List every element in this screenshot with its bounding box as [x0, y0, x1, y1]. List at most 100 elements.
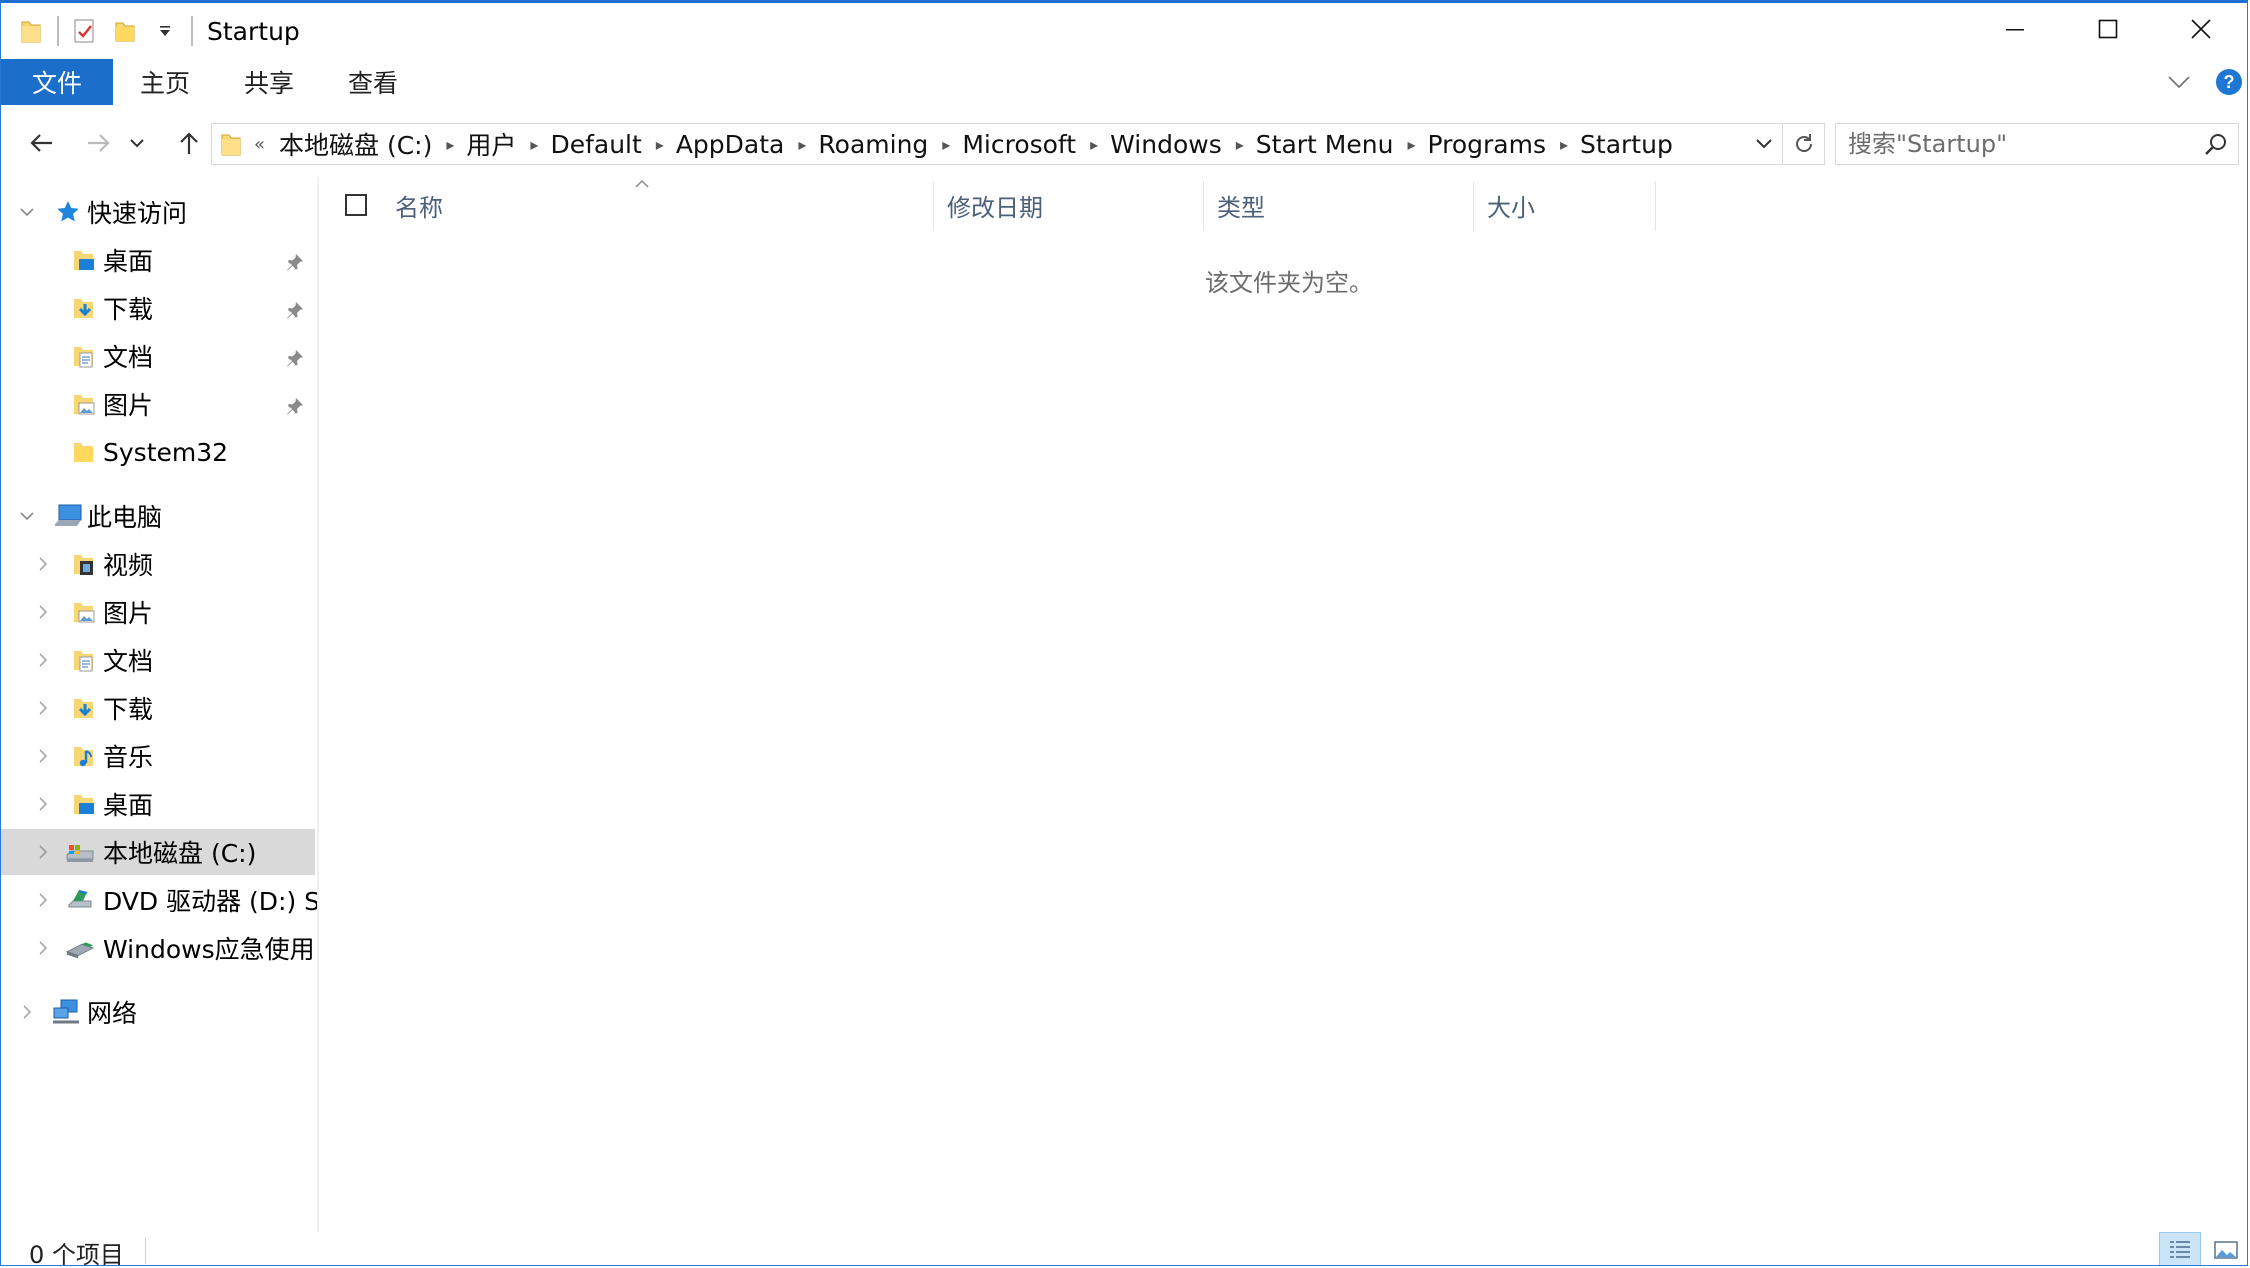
expand-ribbon-button[interactable] — [2159, 62, 2199, 102]
help-button[interactable]: ? — [2213, 66, 2245, 98]
column-header-size[interactable]: 大小 — [1487, 177, 1637, 233]
expand-chevron-icon[interactable] — [17, 1002, 37, 1022]
column-divider[interactable] — [1203, 181, 1204, 231]
breadcrumb-chevron-icon[interactable]: ▸ — [798, 135, 806, 154]
breadcrumb-windows[interactable]: Windows — [1110, 130, 1222, 159]
window-title: Startup — [207, 16, 300, 46]
pin-icon[interactable] — [285, 297, 305, 326]
column-divider[interactable] — [933, 181, 934, 231]
new-folder-icon[interactable] — [109, 15, 141, 47]
pin-icon[interactable] — [285, 393, 305, 422]
nav-item-videos[interactable]: 视频 — [1, 541, 315, 587]
select-all-checkbox[interactable] — [345, 177, 367, 233]
item-count: 0 个项目 — [29, 1241, 124, 1266]
column-header-name[interactable]: 名称 — [395, 177, 641, 233]
expand-chevron-icon[interactable] — [33, 602, 53, 622]
nav-item-system32[interactable]: System32 — [1, 429, 315, 475]
address-bar[interactable]: « 本地磁盘 (C:) ▸ 用户 ▸ Default ▸ AppData ▸ R… — [211, 123, 1783, 165]
breadcrumb-startup[interactable]: Startup — [1580, 130, 1673, 159]
breadcrumb-chevron-icon[interactable]: ▸ — [530, 135, 538, 154]
expand-chevron-icon[interactable] — [33, 554, 53, 574]
nav-item-local-disk-c[interactable]: 本地磁盘 (C:) — [1, 829, 315, 875]
breadcrumb-chevron-icon[interactable]: ▸ — [1090, 135, 1098, 154]
network-icon — [51, 997, 81, 1027]
breadcrumb-local-disk[interactable]: 本地磁盘 (C:) — [279, 126, 432, 162]
navigation-pane: 快速访问 桌面 下载 文档 图片 System32 此电脑 视频 图片 文档 下… — [1, 177, 317, 1232]
customize-dropdown-icon[interactable] — [149, 15, 181, 47]
pin-icon[interactable] — [285, 249, 305, 278]
search-input[interactable] — [1846, 129, 2200, 159]
nav-item-documents[interactable]: 文档 — [1, 333, 315, 379]
recent-locations-button[interactable] — [125, 121, 149, 165]
maximize-button[interactable] — [2061, 3, 2154, 59]
expand-chevron-icon[interactable] — [33, 842, 53, 862]
large-icons-view-button[interactable] — [2205, 1232, 2247, 1265]
column-header-type[interactable]: 类型 — [1217, 177, 1467, 233]
column-header-date-modified[interactable]: 修改日期 — [947, 177, 1197, 233]
breadcrumb-chevron-icon[interactable]: ▸ — [1407, 135, 1415, 154]
nav-item-pictures-pc[interactable]: 图片 — [1, 589, 315, 635]
refresh-icon — [1795, 134, 1812, 152]
tab-home[interactable]: 主页 — [113, 59, 217, 105]
search-box[interactable] — [1835, 123, 2239, 165]
nav-label: 本地磁盘 (C:) — [103, 839, 257, 868]
nav-item-downloads-pc[interactable]: 下载 — [1, 685, 315, 731]
refresh-button[interactable] — [1783, 123, 1825, 165]
breadcrumb-chevron-icon[interactable]: ▸ — [656, 135, 664, 154]
back-button[interactable] — [19, 121, 63, 165]
expand-chevron-icon[interactable] — [33, 650, 53, 670]
search-icon[interactable] — [2204, 132, 2228, 160]
breadcrumb-chevron-icon[interactable]: ▸ — [1236, 135, 1244, 154]
nav-label: 网络 — [87, 999, 138, 1028]
tab-file[interactable]: 文件 — [1, 59, 113, 105]
nav-item-dvd-drive-d[interactable]: DVD 驱动器 (D:) SS — [1, 877, 317, 923]
checkbox-icon — [345, 194, 367, 216]
tab-share[interactable]: 共享 — [217, 59, 321, 105]
nav-this-pc[interactable]: 此电脑 — [1, 493, 315, 539]
expand-chevron-icon[interactable] — [33, 698, 53, 718]
close-icon — [2190, 18, 2212, 44]
nav-item-desktop-pc[interactable]: 桌面 — [1, 781, 315, 827]
expand-chevron-icon[interactable] — [33, 938, 53, 958]
nav-label: 桌面 — [103, 247, 154, 276]
breadcrumb-users[interactable]: 用户 — [466, 126, 516, 162]
tab-view[interactable]: 查看 — [321, 59, 425, 105]
status-separator — [145, 1238, 146, 1264]
pin-icon[interactable] — [285, 345, 305, 374]
properties-icon[interactable] — [69, 15, 101, 47]
up-button[interactable] — [167, 121, 211, 165]
breadcrumb-roaming[interactable]: Roaming — [818, 130, 928, 159]
nav-label: 图片 — [103, 599, 154, 628]
computer-icon — [53, 501, 83, 531]
breadcrumb-programs[interactable]: Programs — [1427, 130, 1546, 159]
close-button[interactable] — [2154, 3, 2247, 59]
column-divider[interactable] — [1473, 181, 1474, 231]
breadcrumb-chevron-icon[interactable]: ▸ — [942, 135, 950, 154]
breadcrumb-chevron-icon[interactable]: ▸ — [446, 135, 454, 154]
collapse-chevron-icon[interactable] — [17, 506, 37, 526]
nav-item-downloads[interactable]: 下载 — [1, 285, 315, 331]
breadcrumb-appdata[interactable]: AppData — [676, 130, 785, 159]
address-history-dropdown[interactable] — [1746, 124, 1782, 164]
nav-item-pictures[interactable]: 图片 — [1, 381, 315, 427]
column-divider[interactable] — [1655, 181, 1656, 231]
breadcrumb-microsoft[interactable]: Microsoft — [962, 130, 1076, 159]
nav-network[interactable]: 网络 — [1, 989, 315, 1035]
breadcrumb-overflow[interactable]: « — [254, 134, 265, 155]
breadcrumb-chevron-icon[interactable]: ▸ — [1560, 135, 1568, 154]
nav-item-desktop[interactable]: 桌面 — [1, 237, 315, 283]
collapse-chevron-icon[interactable] — [17, 202, 37, 222]
expand-chevron-icon[interactable] — [33, 746, 53, 766]
minimize-button[interactable] — [1968, 3, 2061, 59]
breadcrumb-default[interactable]: Default — [550, 130, 641, 159]
nav-quick-access[interactable]: 快速访问 — [1, 189, 315, 235]
nav-item-usb-drive[interactable]: Windows应急使用 ( — [1, 925, 317, 971]
expand-chevron-icon[interactable] — [33, 794, 53, 814]
forward-button[interactable] — [77, 121, 121, 165]
desktop-folder-icon — [69, 245, 99, 275]
expand-chevron-icon[interactable] — [33, 890, 53, 910]
nav-item-music[interactable]: 音乐 — [1, 733, 315, 779]
details-view-button[interactable] — [2159, 1232, 2201, 1265]
nav-item-documents-pc[interactable]: 文档 — [1, 637, 315, 683]
breadcrumb-start-menu[interactable]: Start Menu — [1256, 130, 1394, 159]
